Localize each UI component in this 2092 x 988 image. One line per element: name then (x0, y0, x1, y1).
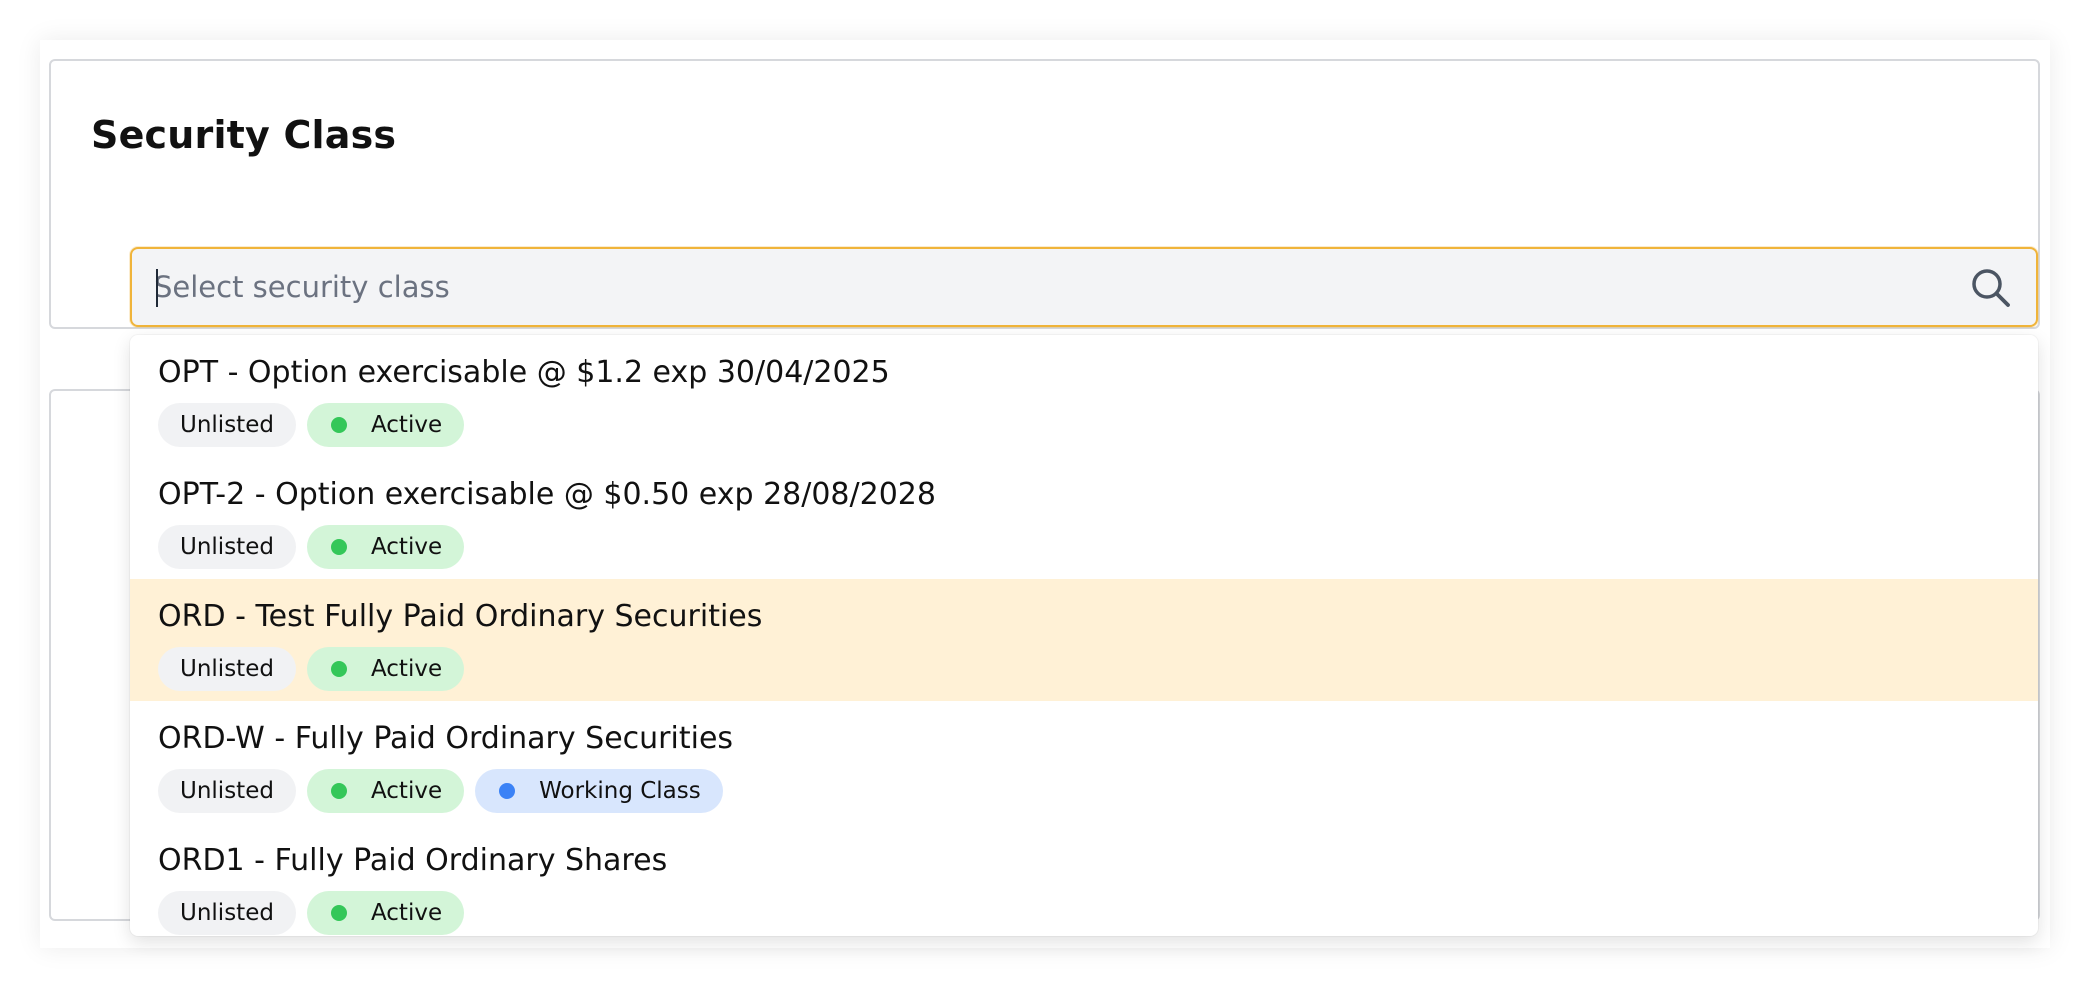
option-badges: Unlisted Active Working Class (158, 769, 2038, 813)
unlisted-badge: Unlisted (158, 525, 296, 569)
section-title: Security Class (91, 113, 397, 157)
status-label: Active (370, 412, 443, 438)
working-dot-icon (499, 783, 516, 799)
active-status-badge: Active (306, 769, 465, 813)
option-label: OPT-2 - Option exercisable @ $0.50 exp 2… (158, 477, 936, 512)
security-class-search-input[interactable] (154, 249, 1934, 325)
security-class-combobox[interactable] (130, 247, 2038, 327)
option-badges: Unlisted Active (158, 403, 2038, 447)
option-label: ORD1 - Fully Paid Ordinary Shares (158, 843, 668, 878)
unlisted-badge: Unlisted (158, 403, 296, 447)
unlisted-badge: Unlisted (158, 647, 296, 691)
status-dot-icon (330, 783, 347, 799)
option-ord[interactable]: ORD - Test Fully Paid Ordinary Securitie… (130, 579, 2038, 701)
option-label: ORD - Test Fully Paid Ordinary Securitie… (158, 599, 763, 634)
active-status-badge: Active (306, 647, 465, 691)
option-opt[interactable]: OPT - Option exercisable @ $1.2 exp 30/0… (130, 335, 2038, 457)
status-label: Active (370, 534, 443, 560)
option-opt-2[interactable]: OPT-2 - Option exercisable @ $0.50 exp 2… (130, 457, 2038, 579)
unlisted-badge: Unlisted (158, 769, 296, 813)
option-ord1[interactable]: ORD1 - Fully Paid Ordinary Shares Unlist… (130, 823, 2038, 936)
option-badges: Unlisted Active (158, 647, 2038, 691)
status-dot-icon (330, 661, 347, 677)
search-icon[interactable] (1970, 267, 2012, 309)
option-ord-w[interactable]: ORD-W - Fully Paid Ordinary Securities U… (130, 701, 2038, 823)
security-class-dropdown: OPT - Option exercisable @ $1.2 exp 30/0… (130, 335, 2038, 936)
working-class-label: Working Class (539, 778, 701, 804)
page-container: Security Class OPT - Option exercisable … (40, 40, 2050, 948)
status-dot-icon (330, 905, 347, 921)
active-status-badge: Active (306, 403, 465, 447)
status-dot-icon (330, 417, 347, 433)
unlisted-badge: Unlisted (158, 891, 296, 935)
option-label: OPT - Option exercisable @ $1.2 exp 30/0… (158, 355, 890, 390)
option-badges: Unlisted Active (158, 891, 2038, 935)
working-class-badge: Working Class (475, 769, 723, 813)
status-label: Active (370, 778, 443, 804)
text-caret (156, 269, 158, 307)
status-label: Active (370, 656, 443, 682)
status-label: Active (370, 900, 443, 926)
active-status-badge: Active (306, 525, 465, 569)
option-label: ORD-W - Fully Paid Ordinary Securities (158, 721, 734, 756)
option-badges: Unlisted Active (158, 525, 2038, 569)
status-dot-icon (330, 539, 347, 555)
active-status-badge: Active (306, 891, 465, 935)
